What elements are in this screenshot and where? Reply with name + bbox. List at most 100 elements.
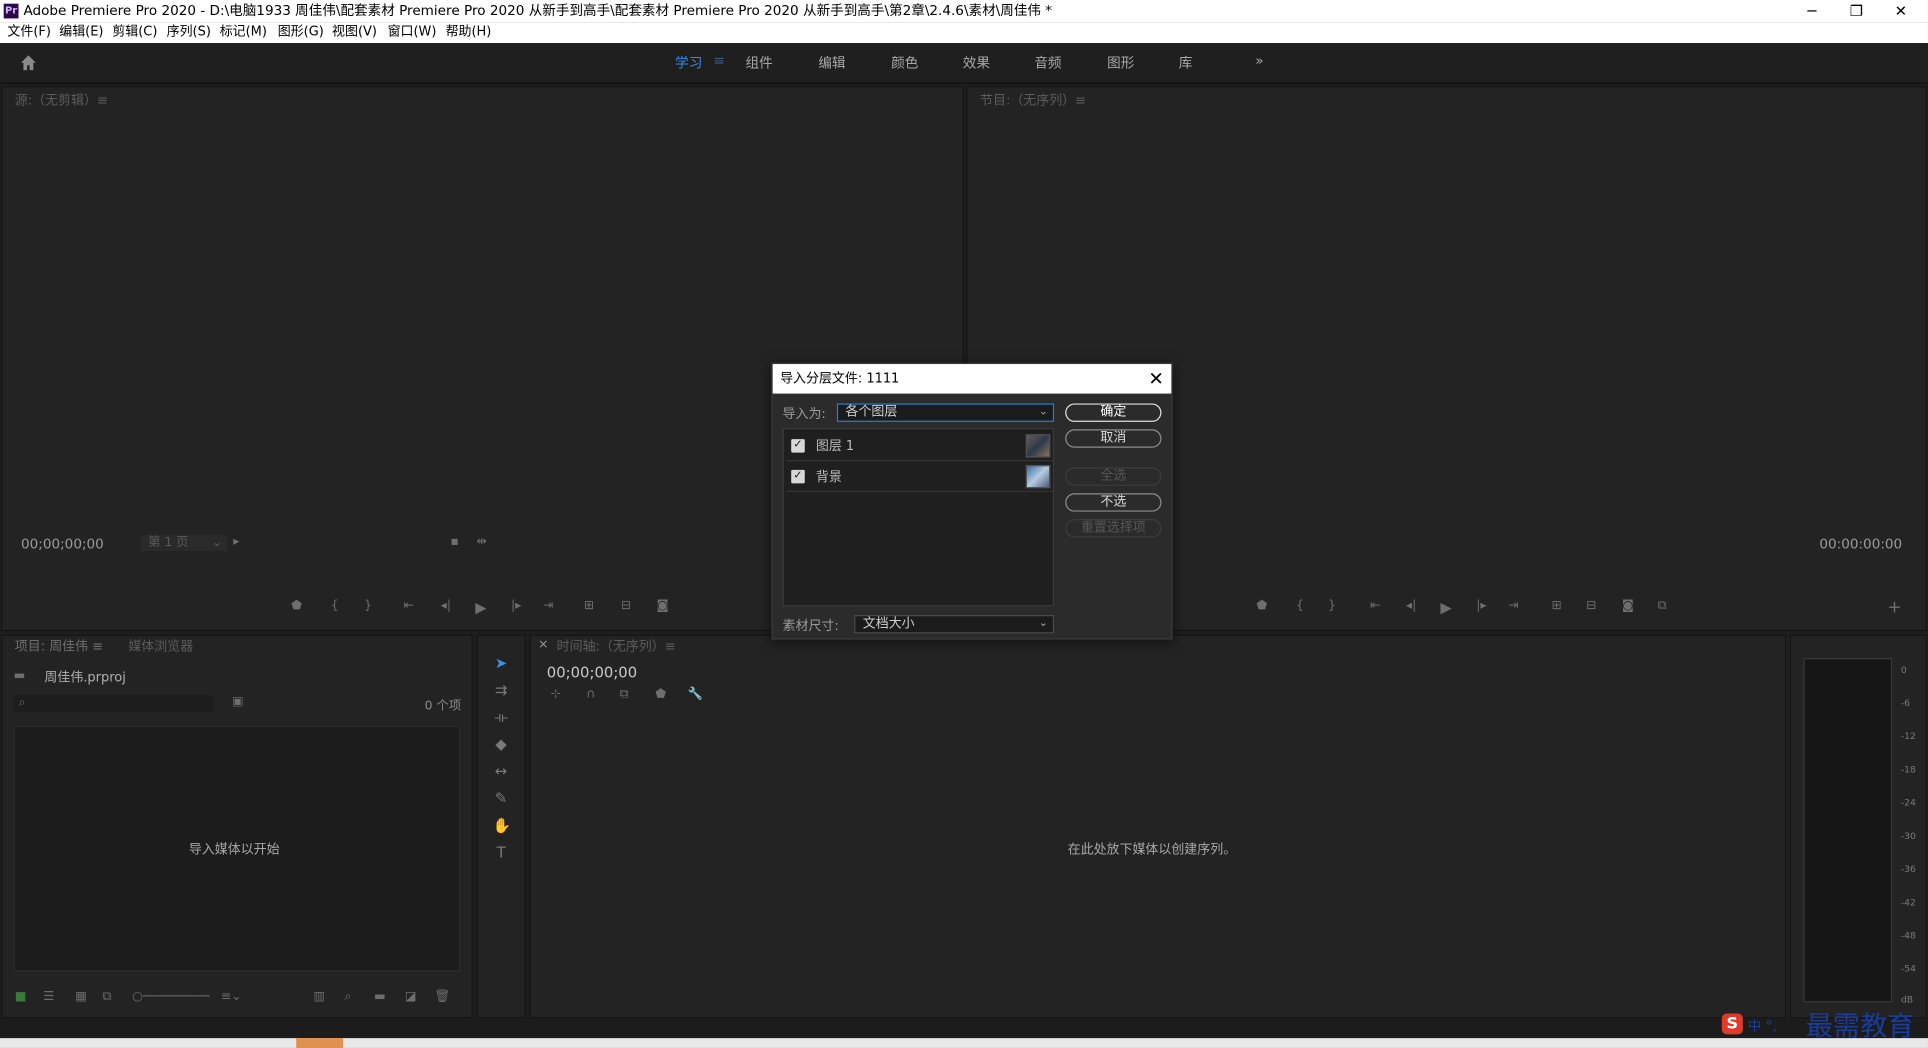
- layer-checkbox[interactable]: ✓: [791, 469, 805, 484]
- slip-tool-icon[interactable]: ↔: [492, 763, 509, 780]
- step-back-icon[interactable]: ◂|: [1406, 599, 1416, 613]
- go-to-in-icon[interactable]: ⇤: [404, 599, 414, 613]
- minimize-button[interactable]: ─: [1790, 0, 1834, 22]
- dialog-close-button[interactable]: ✕: [1148, 367, 1164, 392]
- menu-view[interactable]: 视图(V): [332, 22, 377, 43]
- freeform-view-icon[interactable]: ⧉: [102, 990, 111, 1004]
- zoom-slider[interactable]: ○─────────: [132, 990, 210, 1004]
- workspace-tab-libraries[interactable]: 库: [1179, 53, 1193, 73]
- close-icon[interactable]: ×: [538, 638, 548, 652]
- go-to-in-icon[interactable]: ⇤: [1370, 599, 1380, 613]
- lift-icon[interactable]: ⊞: [1552, 599, 1562, 613]
- layer-row[interactable]: ✓ 图层 1: [786, 432, 1053, 462]
- icon-view-icon[interactable]: ▦: [75, 990, 87, 1004]
- program-monitor-title[interactable]: 节目:（无序列）≡: [980, 91, 1086, 109]
- automate-icon[interactable]: ▥: [314, 990, 326, 1004]
- workspace-tab-menu-icon[interactable]: ≡: [713, 53, 724, 69]
- snap-icon[interactable]: ∩: [586, 688, 595, 702]
- reset-selection-button[interactable]: 重置选择项: [1065, 519, 1162, 538]
- track-select-tool-icon[interactable]: ⇉: [492, 681, 509, 698]
- selection-tool-icon[interactable]: ➤: [492, 654, 509, 671]
- trash-icon[interactable]: 🗑: [434, 990, 450, 1004]
- add-marker-icon[interactable]: ⬟: [655, 688, 666, 702]
- new-bin-icon[interactable]: ▬: [374, 990, 386, 1004]
- menu-graphics[interactable]: 图形(G): [278, 22, 324, 43]
- export-frame-icon[interactable]: ◙: [1622, 599, 1634, 613]
- menu-file[interactable]: 文件(F): [7, 22, 50, 43]
- step-forward-icon[interactable]: |▸: [511, 599, 521, 613]
- new-item-icon[interactable]: ◪: [405, 990, 417, 1004]
- layer-checkbox[interactable]: ✓: [791, 439, 805, 453]
- play-icon[interactable]: ▶: [475, 599, 486, 616]
- menu-clip[interactable]: 剪辑(C): [112, 22, 157, 43]
- export-frame-icon[interactable]: ◙: [657, 599, 669, 613]
- lock-icon[interactable]: ■: [15, 990, 27, 1004]
- source-page-select[interactable]: 第 1 页 ⌄: [140, 535, 228, 552]
- pen-tool-icon[interactable]: ✎: [492, 790, 509, 807]
- go-to-out-icon[interactable]: ⇥: [1508, 599, 1518, 613]
- select-all-button[interactable]: 全选: [1065, 467, 1162, 486]
- cancel-button[interactable]: 取消: [1065, 429, 1162, 448]
- add-marker-icon[interactable]: ⬟: [1257, 599, 1268, 613]
- sort-icon[interactable]: ≡⌄: [221, 990, 242, 1004]
- home-button[interactable]: [20, 54, 37, 71]
- meter-tick: -30: [1900, 830, 1916, 842]
- mark-out-icon[interactable]: }: [1328, 599, 1336, 613]
- tab-media-browser[interactable]: 媒体浏览器: [128, 637, 193, 655]
- workspace-tab-learn[interactable]: 学习: [675, 53, 702, 73]
- program-timecode[interactable]: 00:00:00:00: [1819, 536, 1902, 552]
- add-marker-icon[interactable]: ⬟: [291, 599, 302, 613]
- go-to-out-icon[interactable]: ⇥: [543, 599, 553, 613]
- select-none-button[interactable]: 不选: [1065, 493, 1162, 512]
- play-icon[interactable]: ▶: [1440, 599, 1451, 616]
- mark-in-icon[interactable]: {: [1296, 599, 1304, 613]
- workspace-tab-color[interactable]: 颜色: [891, 53, 918, 73]
- menu-marker[interactable]: 标记(M): [220, 22, 267, 43]
- menu-help[interactable]: 帮助(H): [446, 22, 492, 43]
- timeline-tab[interactable]: 时间轴:（无序列）≡: [557, 637, 676, 655]
- fit-icon[interactable]: ⇹: [476, 535, 486, 549]
- type-tool-icon[interactable]: T: [492, 844, 509, 861]
- razor-tool-icon[interactable]: ◆: [492, 736, 509, 753]
- restore-button[interactable]: ❐: [1834, 0, 1878, 22]
- play-arrow-icon[interactable]: ▸: [233, 535, 239, 549]
- layer-row[interactable]: ✓ 背景: [786, 462, 1053, 492]
- menu-window[interactable]: 窗口(W): [388, 22, 437, 43]
- source-timecode[interactable]: 00;00;00;00: [21, 536, 104, 552]
- mark-out-icon[interactable]: }: [364, 599, 372, 613]
- insert-icon[interactable]: ⊞: [584, 599, 594, 613]
- footage-size-select[interactable]: 文档大小 ⌄: [854, 615, 1055, 634]
- find-icon[interactable]: ⌕: [344, 990, 351, 1004]
- overwrite-icon[interactable]: ⊟: [621, 599, 631, 613]
- ripple-edit-tool-icon[interactable]: ⟛: [492, 708, 509, 725]
- menu-edit[interactable]: 编辑(E): [59, 22, 103, 43]
- close-window-button[interactable]: ✕: [1879, 0, 1923, 22]
- nest-icon[interactable]: ⊹: [550, 688, 560, 702]
- wrench-icon[interactable]: 🔧: [688, 688, 703, 702]
- menu-sequence[interactable]: 序列(S): [167, 22, 211, 43]
- linked-selection-icon[interactable]: ⧉: [620, 688, 629, 702]
- timeline-timecode[interactable]: 00;00;00;00: [547, 664, 637, 681]
- step-forward-icon[interactable]: |▸: [1476, 599, 1486, 613]
- workspace-more-button[interactable]: »: [1255, 53, 1263, 69]
- list-view-icon[interactable]: ☰: [43, 990, 54, 1004]
- tab-project[interactable]: 项目: 周佳伟 ≡: [15, 637, 103, 655]
- taskbar-app[interactable]: [296, 1038, 344, 1048]
- source-monitor-title[interactable]: 源:（无剪辑）≡: [15, 91, 108, 109]
- extract-icon[interactable]: ⊟: [1586, 599, 1596, 613]
- mark-in-icon[interactable]: {: [331, 599, 339, 613]
- hand-tool-icon[interactable]: ✋: [492, 817, 510, 834]
- add-button-icon[interactable]: +: [1887, 598, 1901, 618]
- workspace-tab-audio[interactable]: 音频: [1034, 53, 1061, 73]
- import-as-select[interactable]: 各个图层 ⌄: [836, 403, 1055, 422]
- workspace-tab-graphics[interactable]: 图形: [1107, 53, 1134, 73]
- workspace-tab-assembly[interactable]: 组件: [746, 53, 773, 73]
- new-bin-icon[interactable]: ▣: [232, 695, 244, 709]
- project-search-input[interactable]: ⌕: [13, 694, 214, 713]
- step-back-icon[interactable]: ◂|: [441, 599, 451, 613]
- workspace-tab-editing[interactable]: 编辑: [818, 53, 845, 73]
- comparison-view-icon[interactable]: ⧉: [1658, 599, 1667, 613]
- settings-icon[interactable]: ▪: [451, 535, 459, 549]
- ok-button[interactable]: 确定: [1065, 403, 1162, 422]
- workspace-tab-effects[interactable]: 效果: [963, 53, 990, 73]
